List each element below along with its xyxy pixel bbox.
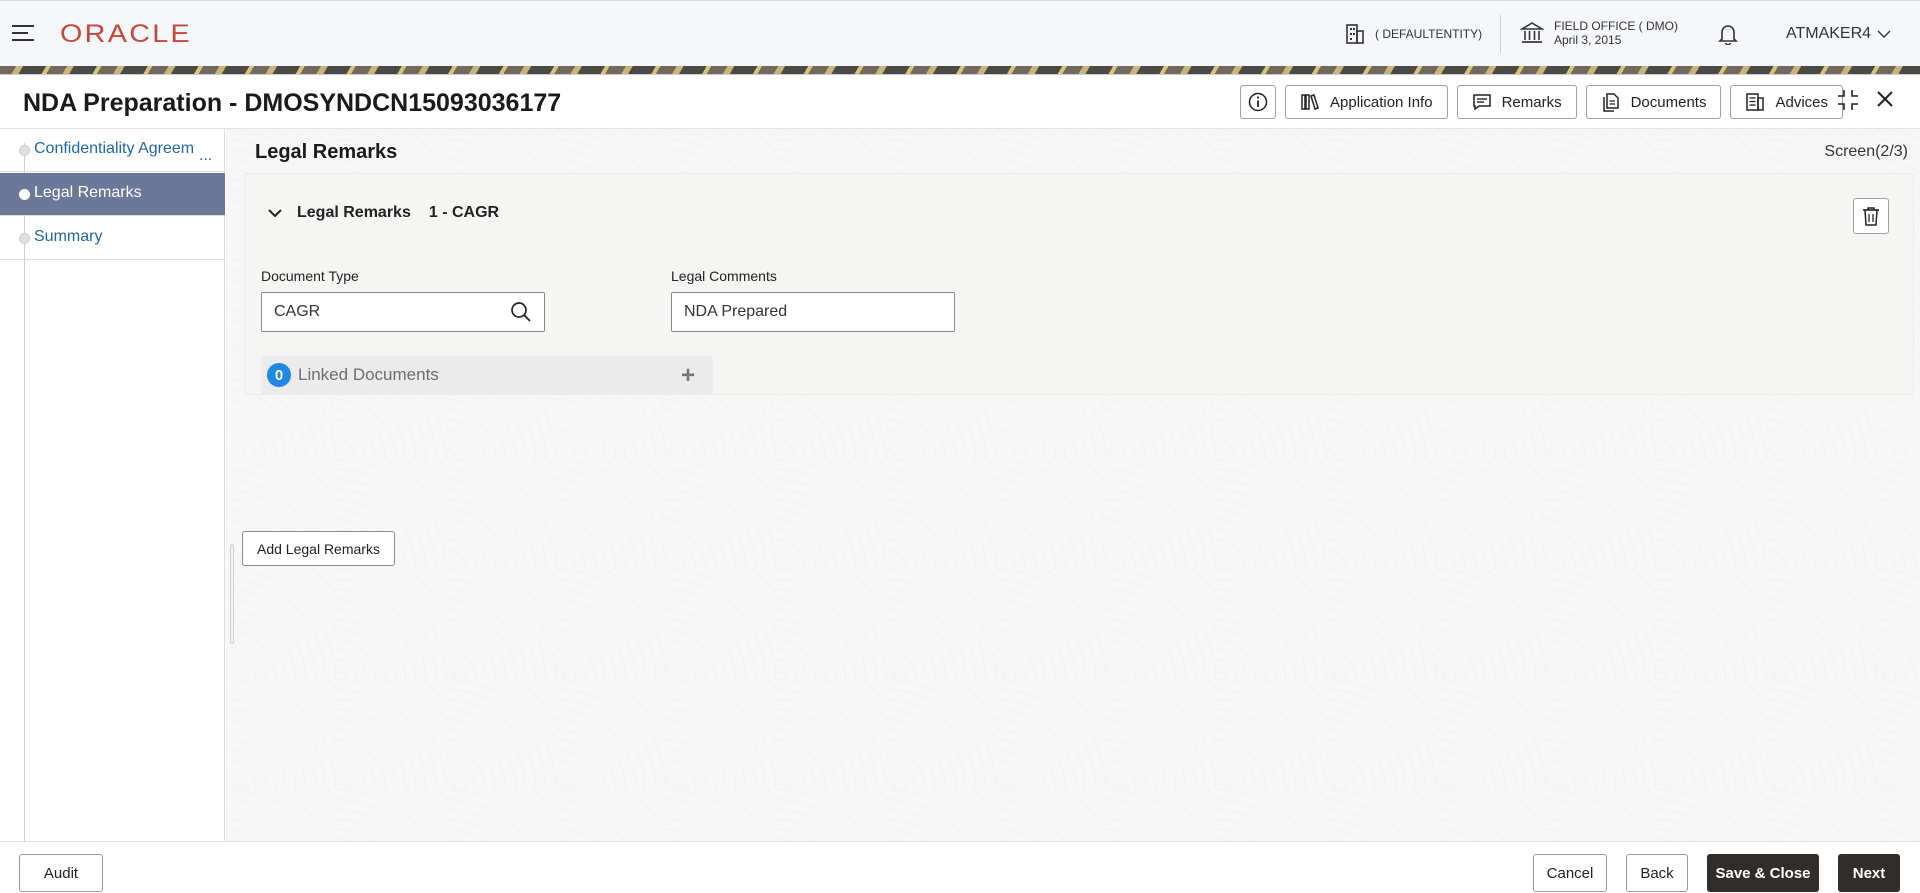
office-name: FIELD OFFICE ( DMO) [1554,19,1678,33]
audit-button[interactable]: Audit [19,854,103,892]
card-header[interactable]: Legal Remarks 1 - CAGR [267,204,499,222]
screen-indicator: Screen(2/3) [1824,143,1908,160]
office-selector[interactable]: FIELD OFFICE ( DMO) April 3, 2015 [1520,19,1678,47]
delete-icon [1863,207,1879,226]
card-subtitle: 1 - CAGR [428,204,500,221]
user-menu[interactable]: ATMAKER4 [1786,25,1891,43]
chevron-down-icon[interactable] [267,207,283,219]
document-type-input[interactable]: CAGR [261,292,545,332]
entity-selector[interactable]: ( DEFAULTENTITY) [1345,23,1482,45]
collapse-window-icon[interactable] [1836,88,1860,117]
comment-icon [1472,94,1491,111]
legal-comments-input[interactable]: NDA Prepared [671,292,955,332]
main-content: Legal Remarks Screen(2/3) Legal Remarks … [226,129,1920,841]
truncation-ellipsis: ... [199,147,213,164]
linked-documents-label: Linked Documents [298,365,439,384]
section-title: Legal Remarks [255,141,398,163]
header-toolbar: Application Info Remarks Documents Advic… [1240,85,1843,119]
legal-remarks-card: Legal Remarks 1 - CAGR Document Type CAG… [244,173,1914,395]
next-button[interactable]: Next [1838,854,1900,892]
application-info-label: Application Info [1330,93,1433,111]
save-and-close-button[interactable]: Save & Close [1707,854,1819,892]
panel-resize-handle[interactable] [230,544,234,644]
bank-icon [1520,22,1544,43]
user-name: ATMAKER4 [1786,25,1872,42]
documents-icon [1602,93,1619,112]
sidebar-item-summary[interactable]: Summary [0,217,225,260]
sidebar-item-confidentiality-agreement[interactable]: Confidentiality Agreem ... [0,129,225,172]
legal-comments-label: Legal Comments [671,268,777,284]
chevron-down-icon [1877,30,1891,38]
sidebar-item-label: Confidentiality Agreem [34,140,195,157]
cancel-button[interactable]: Cancel [1533,854,1607,892]
step-sidebar: Confidentiality Agreem ... Legal Remarks… [0,129,225,841]
legal-comments-value: NDA Prepared [684,303,788,320]
search-icon[interactable] [510,301,532,323]
linked-count-badge: 0 [267,363,291,387]
card-title: Legal Remarks [297,204,411,221]
sidebar-item-legal-remarks[interactable]: Legal Remarks [0,173,225,216]
linked-documents-bar: 0 Linked Documents + [261,356,713,394]
notification-bell-icon[interactable] [1718,23,1738,50]
documents-button[interactable]: Documents [1585,85,1722,119]
header-divider [1500,15,1501,53]
info-button[interactable] [1240,85,1276,119]
sidebar-item-label: Legal Remarks [34,184,142,201]
remarks-button[interactable]: Remarks [1456,85,1577,119]
back-button[interactable]: Back [1626,854,1688,892]
close-icon[interactable] [1874,88,1896,115]
sidebar-item-label: Summary [34,228,103,245]
nda-preparation-window: NDA Preparation - DMOSYNDCN15093036177 A… [0,74,1920,893]
books-icon [1301,94,1319,110]
step-dot [19,233,30,244]
add-linked-document-icon[interactable]: + [681,362,695,390]
add-legal-remarks-button[interactable]: Add Legal Remarks [242,531,395,566]
document-type-value: CAGR [274,303,321,320]
office-date: April 3, 2015 [1554,33,1622,47]
step-dot [19,189,30,200]
step-dot [19,145,30,156]
decorative-banner [0,66,1920,74]
documents-label: Documents [1630,93,1707,111]
document-type-label: Document Type [261,268,359,284]
advices-icon [1746,93,1765,111]
delete-button[interactable] [1853,198,1889,234]
oracle-logo: ORACLE [60,20,193,48]
remarks-label: Remarks [1501,93,1562,111]
advices-button[interactable]: Advices [1730,85,1843,119]
info-icon [1248,92,1268,112]
top-bar: ORACLE ( DEFAULTENTITY) FIELD OFFICE ( D… [0,0,1920,66]
advices-label: Advices [1775,93,1828,111]
building-icon [1346,24,1364,44]
footer-bar: Audit Cancel Back Save & Close Next [0,841,1920,893]
page-title: NDA Preparation - DMOSYNDCN15093036177 [23,89,562,117]
hamburger-menu-icon[interactable] [12,25,34,43]
application-info-button[interactable]: Application Info [1285,85,1448,119]
entity-label: ( DEFAULTENTITY) [1375,27,1483,41]
